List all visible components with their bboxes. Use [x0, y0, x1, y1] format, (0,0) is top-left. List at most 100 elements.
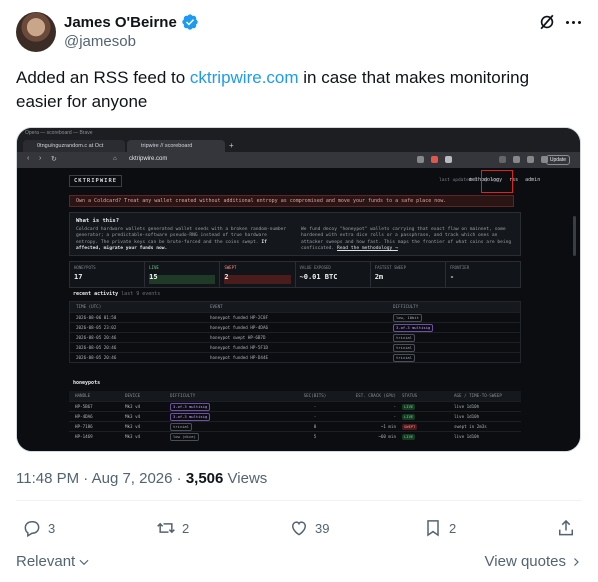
brave-shield-icon[interactable] [431, 156, 438, 163]
table-header: HANDLE DEVICE DIFFICULTY SEC(BITS) EST. … [69, 391, 521, 401]
cell: - [393, 414, 396, 419]
view-quotes-link[interactable]: View quotes [485, 553, 582, 570]
cell: live 1d10h [454, 404, 480, 409]
sort-relevant-button[interactable]: Relevant [16, 553, 91, 570]
chevron-right-icon [574, 557, 579, 566]
column-header: STATUS [402, 393, 418, 398]
section-subtitle: last 9 events [121, 291, 161, 297]
cell: HP-5B67 [75, 404, 93, 409]
site-logo[interactable]: CKTRIPWIRE [69, 175, 123, 187]
timestamp[interactable]: 11:48 PM · Aug 7, 2026 · [16, 470, 186, 487]
stat-swept: SWEPT 2 [220, 262, 296, 287]
stat-value: ~0.01 BTC [299, 273, 338, 281]
repost-button[interactable]: 2 [156, 518, 189, 538]
nav-admin[interactable]: admin [525, 177, 540, 183]
table-row: 2026-08-05 20:46 honeypot funded HP-D44E t… [70, 352, 520, 362]
more-icon[interactable] [562, 12, 584, 32]
cell: Mk3 v4 [125, 424, 141, 429]
highlight-box [481, 170, 513, 193]
share-icon [559, 519, 573, 536]
status-badge: LIVE [402, 404, 416, 410]
reload-icon[interactable]: ↻ [51, 155, 57, 163]
stat-value: 15 [149, 273, 158, 281]
extension-icon[interactable] [527, 156, 534, 163]
cell: HP-1469 [75, 434, 93, 439]
difficulty-chip: trivial [393, 354, 416, 362]
new-tab-icon[interactable]: + [229, 140, 234, 152]
stat-label: FRONTIER [449, 265, 470, 270]
tweet-text-part: Added an RSS feed to [16, 68, 190, 87]
share-button[interactable] [556, 518, 576, 538]
stat-value: 2m [374, 273, 384, 281]
action-bar: 3 2 39 2 [16, 518, 582, 542]
like-button[interactable]: 39 [289, 518, 329, 538]
extension-icon[interactable] [445, 156, 452, 163]
avatar[interactable] [16, 12, 56, 52]
verified-icon [182, 14, 198, 30]
difficulty-chip: trivial [170, 423, 193, 431]
table-row[interactable]: HP-7186 Mk3 v4 trivial 0 ~1 min SWEPT swept in… [69, 421, 521, 431]
honeypots-title: honeypots [73, 380, 100, 386]
stat-live: LIVE 15 [145, 262, 221, 287]
column-header: TIME (UTC) [76, 304, 102, 309]
bookmark-count: 2 [449, 520, 457, 536]
author-handle[interactable]: @jamesob [64, 33, 136, 50]
grok-icon[interactable] [537, 12, 557, 32]
url-field[interactable]: cktripwire.com [129, 156, 167, 162]
extension-icon[interactable] [499, 156, 506, 163]
site-page: CKTRIPWIRE last updated 1 day ago method… [17, 168, 580, 451]
stat-label: FASTEST SWEEP [374, 265, 406, 270]
section-title: honeypots [73, 380, 101, 386]
author-name-row[interactable]: James O'Beirne [64, 13, 199, 31]
cell: swept in 2m3s [454, 424, 487, 429]
bookmark-button[interactable]: 2 [423, 518, 456, 538]
like-icon [291, 521, 307, 536]
cell: 2026-08-05 20:46 [76, 335, 117, 340]
table-row[interactable]: HP-4DA6 Mk3 v4 3-of-3 multisig - - LIVE live 1… [69, 411, 521, 421]
scrollbar[interactable] [573, 216, 576, 256]
difficulty-chip: trivial [393, 344, 416, 352]
table-row: 2026-08-05 20:46 honeypot swept HP-6B7D tr… [70, 332, 520, 342]
back-icon[interactable]: ‹ [27, 155, 29, 162]
browser-tab[interactable]: 0tngu/nguzrandom.c at Oct [23, 140, 125, 152]
bookmark-icon [427, 520, 439, 537]
extension-icons [417, 156, 548, 163]
column-header: DIFFICULTY [393, 304, 419, 309]
update-button[interactable]: Update [545, 155, 570, 165]
table-row: 2026-08-05 20:46 honeypot funded HP-5F1D t… [70, 342, 520, 352]
what-is-this-col1: Coldcard hardware wallets generated wall… [76, 227, 289, 253]
attached-screenshot[interactable]: Opera — scoreboard — Brave 0tngu/nguzran… [16, 127, 581, 452]
column-header: SEC(BITS) [303, 393, 327, 398]
difficulty-chip: low, 10bit [393, 314, 422, 322]
stat-value: - [449, 273, 455, 281]
difficulty-chip: trivial [393, 334, 416, 342]
stat-label: SWEPT [224, 265, 237, 270]
stat-frontier: FRONTIER - [446, 262, 520, 287]
table-row[interactable]: HP-1469 Mk3 v4 low (dice) 5 ~60 min LIVE live … [69, 431, 521, 441]
browser-tab-active[interactable]: tripwire // scoreboard [127, 140, 225, 152]
methodology-link[interactable]: Read the methodology → [337, 246, 398, 251]
cell: honeypot funded HP-D44E [210, 355, 268, 360]
cell: ~60 min [378, 434, 396, 439]
sort-label: Relevant [16, 553, 76, 570]
cell: 2026-08-05 20:46 [76, 355, 117, 360]
table-row: 2026-08-06 01:58 honeypot funded HP-2C8F l… [70, 312, 520, 322]
stats-row: HONEYPOTS 17 LIVE 15 SWEPT 2 VALUE EXPOSED ~… [69, 261, 521, 288]
browser-urlbar: ‹ › ↻ ⌂ cktripwire.com Update [17, 152, 580, 168]
status-badge: LIVE [402, 414, 416, 420]
cell: ~1 min [380, 424, 396, 429]
cell: - [393, 404, 396, 409]
table-row[interactable]: HP-5B67 Mk3 v4 3-of-3 multisig - - LIVE live 1… [69, 401, 521, 411]
tweet-link[interactable]: cktripwire.com [190, 68, 299, 87]
author-name[interactable]: James O'Beirne [64, 14, 177, 31]
extension-icon[interactable] [417, 156, 424, 163]
reply-count: 3 [48, 520, 56, 536]
activity-table: TIME (UTC) EVENT DIFFICULTY 2026-08-06 0… [69, 301, 521, 363]
forward-icon[interactable]: › [39, 155, 41, 162]
reply-button[interactable]: 3 [22, 518, 55, 538]
cell: Mk3 v4 [125, 414, 141, 419]
extension-icon[interactable] [513, 156, 520, 163]
cell: 2026-08-05 20:46 [76, 345, 117, 350]
stat-honeypots: HONEYPOTS 17 [70, 262, 146, 287]
cell: HP-4DA6 [75, 414, 93, 419]
